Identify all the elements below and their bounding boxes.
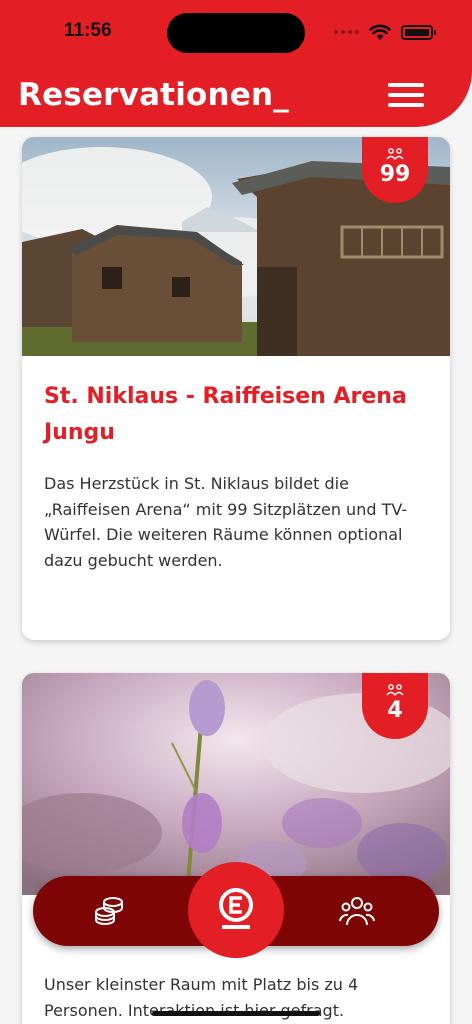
capacity-count: 99 <box>379 162 411 187</box>
page-title: Reservationen_ <box>18 77 289 113</box>
home-indicator <box>152 1011 320 1016</box>
card-title: St. Niklaus - Raiffeisen Arena Jungu <box>44 384 407 445</box>
people-icon <box>386 684 404 696</box>
signal-icon <box>334 30 359 34</box>
people-icon[interactable] <box>339 895 375 927</box>
battery-icon <box>401 24 436 40</box>
dynamic-island <box>167 13 305 53</box>
menu-icon <box>388 83 424 87</box>
card-description: Das Herzstück in St. Niklaus bildet die … <box>44 474 408 570</box>
capacity-count: 4 <box>387 698 403 723</box>
room-image: 99 <box>22 137 450 356</box>
people-icon <box>386 148 404 160</box>
home-button[interactable] <box>188 862 284 958</box>
status-icons <box>334 22 436 42</box>
app-header: 11:56 Reservationen_ <box>0 0 472 127</box>
capacity-badge: 99 <box>362 137 428 203</box>
room-card[interactable]: 99 St. Niklaus - Raiffeisen Arena Jungu … <box>22 137 450 640</box>
capacity-badge: 4 <box>362 673 428 739</box>
status-time: 11:56 <box>64 20 112 41</box>
brand-logo-icon <box>219 888 253 929</box>
menu-button[interactable] <box>388 83 424 109</box>
wifi-icon <box>369 24 391 40</box>
coins-icon[interactable] <box>93 895 125 927</box>
